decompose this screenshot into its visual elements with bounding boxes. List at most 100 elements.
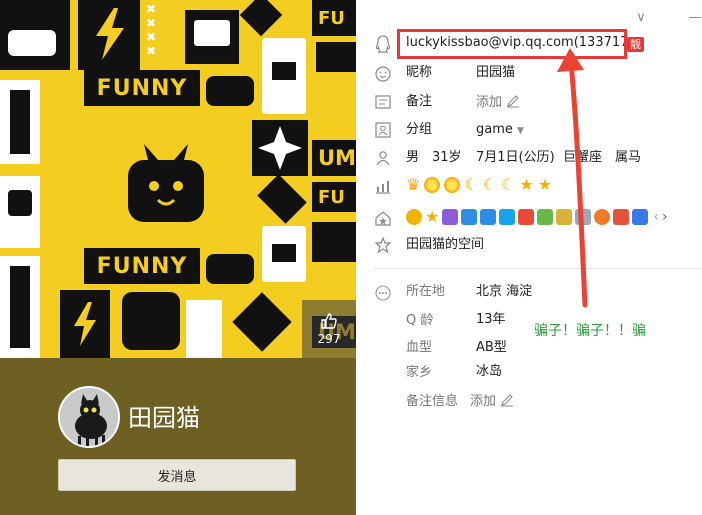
divider [374, 268, 702, 269]
cover-tile [8, 190, 32, 216]
mail-service-icon [575, 209, 592, 225]
profile-footer [0, 358, 356, 515]
profile-card-left: ✖ ✖ ✖ ✖ FU FUNNY FUNNY UM FU 297 田园猫 发消息 [0, 0, 356, 515]
moon-icon: ☾ [464, 175, 479, 194]
level-chart-icon [374, 177, 392, 195]
group-label: 分组 [406, 122, 433, 137]
gender-value: 男 [406, 150, 420, 165]
cover-tile [122, 292, 180, 350]
music-service-icon [499, 209, 516, 225]
level-service-icon [556, 209, 573, 225]
add-remark-info-link[interactable]: 添加 [470, 393, 514, 411]
star-icon: ★ [519, 175, 534, 194]
scam-warning-text: 骗子！骗子！！骗 [534, 323, 646, 339]
nickname-label: 昵称 [406, 65, 433, 80]
crown-icon: ♛ [406, 175, 421, 194]
sun-icon [424, 177, 441, 193]
pencil-icon [501, 394, 514, 407]
vip-badge: 靓 [627, 37, 644, 52]
service-icons-row[interactable]: ★ ‹ › [406, 209, 668, 225]
tv-character-icon [128, 144, 204, 222]
home-star-icon [374, 209, 392, 227]
person-icon [374, 149, 392, 167]
chevron-right-icon[interactable]: › [662, 209, 668, 225]
lightning-icon [96, 8, 124, 60]
hometown-label: 家乡 [406, 365, 433, 380]
hometown-value: 冰岛 [476, 364, 503, 379]
camera-service-icon [461, 209, 478, 225]
qq-penguin-icon [374, 35, 392, 53]
penguin-service-icon [406, 209, 422, 225]
cover-text: UM [312, 140, 356, 176]
profile-nickname: 田园猫 [128, 404, 200, 432]
chevron-down-icon: ▼ [517, 126, 524, 136]
cover-tile [239, 0, 283, 37]
qage-label: Q 龄 [406, 313, 434, 328]
space-star-icon [374, 236, 392, 254]
moon-icon: ☾ [482, 175, 498, 194]
controller-icon [8, 30, 56, 56]
cover-tile [272, 62, 296, 80]
location-value: 北京 海淀 [476, 284, 533, 299]
cover-text: FUNNY [84, 70, 200, 106]
remark-label: 备注 [406, 94, 433, 109]
collapse-chevron-icon[interactable]: ∨ [632, 8, 650, 26]
cover-tile [232, 292, 292, 352]
pencil-icon [507, 95, 520, 108]
qq-level-badges[interactable]: ♛ ☾ ☾ ☾ ★ ★ [406, 176, 552, 194]
blood-type-value: AB型 [476, 340, 507, 355]
send-message-button[interactable]: 发消息 [58, 459, 296, 491]
cover-tile [10, 266, 30, 348]
cover-text: FU [312, 0, 356, 36]
cover-text: FU [312, 182, 356, 212]
cover-image: ✖ ✖ ✖ ✖ FU FUNNY FUNNY UM FU 297 [0, 0, 356, 358]
profile-info-panel: ∨ — luckykissbao@vip.qq.com(1337172 靓 昵称… [356, 0, 702, 515]
age-value: 31岁 [432, 150, 462, 165]
location-label: 所在地 [406, 284, 446, 299]
sun-icon [444, 177, 461, 193]
add-remark-text: 添加 [476, 95, 503, 110]
add-remark-info-text: 添加 [470, 394, 497, 409]
group-value: game [476, 122, 513, 137]
game-service-icon [518, 209, 535, 225]
cover-tile [272, 244, 296, 262]
user-smile-icon [374, 65, 392, 83]
like-button[interactable]: 297 [302, 300, 356, 358]
add-remark-link[interactable]: 添加 [476, 94, 520, 112]
cover-tile [316, 42, 356, 72]
group-icon [374, 121, 392, 139]
cover-tile [186, 300, 222, 358]
chevron-left-icon[interactable]: ‹ [653, 209, 659, 225]
star-service-icon: ★ [425, 207, 440, 226]
birthday-value: 7月1日(公历) [476, 150, 555, 165]
card-icon [374, 93, 392, 111]
cover-text: FUNNY [84, 248, 200, 284]
nickname-value: 田园猫 [476, 65, 516, 80]
more-icon [374, 284, 392, 302]
star-icon: ★ [537, 175, 553, 194]
lightning-icon [74, 302, 96, 346]
pet-service-icon [613, 209, 630, 225]
cover-tile [10, 90, 30, 154]
moon-icon: ☾ [501, 175, 516, 194]
controller-icon [206, 254, 254, 284]
highlight-box [397, 29, 627, 59]
cover-tile [257, 174, 307, 224]
blood-type-label: 血型 [406, 340, 433, 355]
thumbs-up-icon [321, 313, 337, 329]
qzone-link[interactable]: 田园猫的空间 [406, 236, 484, 254]
minimize-button[interactable]: — [686, 8, 702, 26]
shield-service-icon [480, 209, 497, 225]
speech-bubble-icon [194, 20, 230, 46]
remark-info-label: 备注信息 [406, 394, 459, 409]
star-burst-icon [258, 126, 302, 170]
plant-service-icon [537, 209, 554, 225]
g-service-icon [594, 209, 611, 225]
controller-icon [206, 76, 254, 106]
penguin-blue-service-icon [632, 209, 649, 225]
zodiac-value: 巨蟹座 [563, 150, 603, 165]
group-dropdown[interactable]: game ▼ [476, 121, 524, 140]
app-service-icon [442, 209, 459, 225]
cover-tile [312, 222, 356, 262]
avatar[interactable] [58, 386, 120, 448]
